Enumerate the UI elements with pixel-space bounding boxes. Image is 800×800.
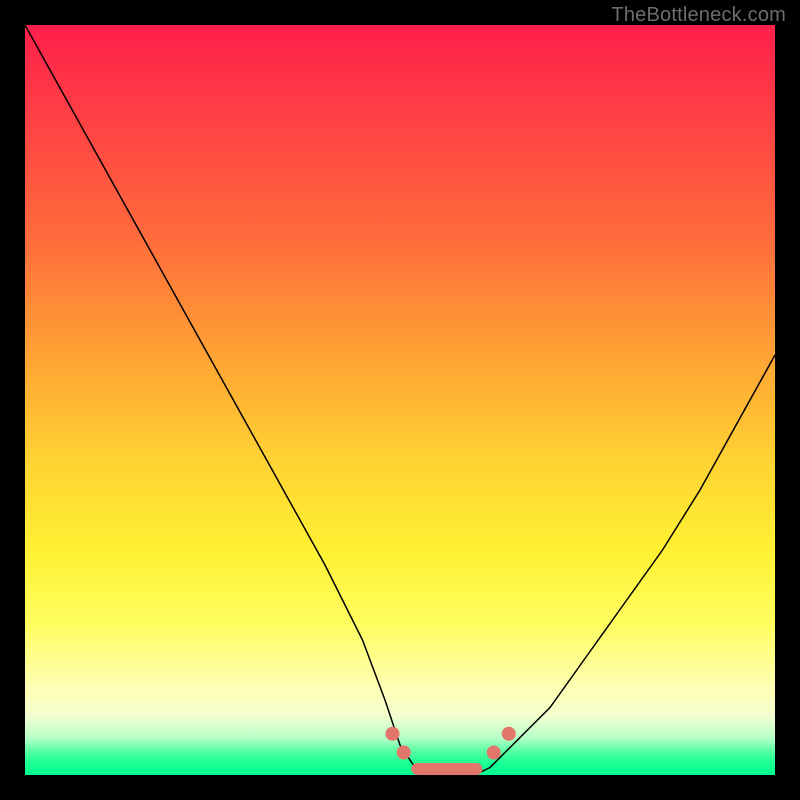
bottleneck-curve (25, 25, 775, 775)
curve-layer (25, 25, 775, 775)
curve-marker (386, 727, 400, 741)
curve-markers (386, 727, 516, 775)
chart-frame: TheBottleneck.com (0, 0, 800, 800)
watermark-text: TheBottleneck.com (611, 4, 786, 27)
plot-area (25, 25, 775, 775)
valley-bar (411, 763, 482, 775)
curve-marker (487, 746, 501, 760)
curve-marker (502, 727, 516, 741)
curve-marker (397, 746, 411, 760)
